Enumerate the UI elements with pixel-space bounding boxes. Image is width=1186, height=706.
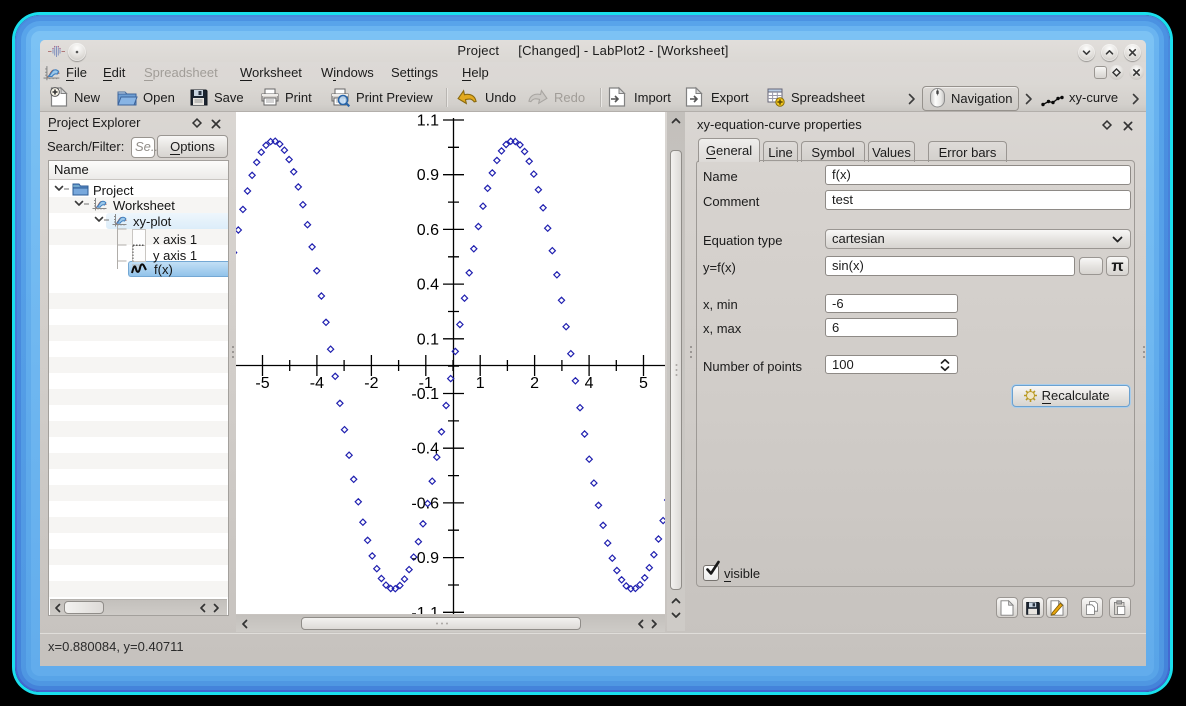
svg-text:-4: -4 <box>310 375 324 392</box>
svg-text:-0.1: -0.1 <box>411 386 439 403</box>
svg-text:0.9: 0.9 <box>417 167 439 184</box>
svg-text:-0.4: -0.4 <box>411 441 439 458</box>
svg-text:-5: -5 <box>255 375 269 392</box>
svg-text:4: 4 <box>585 375 594 392</box>
svg-text:2: 2 <box>530 375 539 392</box>
svg-text:1: 1 <box>476 375 485 392</box>
svg-text:-0.9: -0.9 <box>411 550 439 567</box>
svg-text:0.1: 0.1 <box>417 331 439 348</box>
svg-text:-0.6: -0.6 <box>411 495 439 512</box>
svg-text:-2: -2 <box>364 375 378 392</box>
svg-text:0.4: 0.4 <box>417 277 439 294</box>
svg-text:1.1: 1.1 <box>417 113 439 130</box>
svg-text:-1.1: -1.1 <box>411 605 439 614</box>
svg-text:5: 5 <box>639 375 648 392</box>
svg-text:0.6: 0.6 <box>417 222 439 239</box>
